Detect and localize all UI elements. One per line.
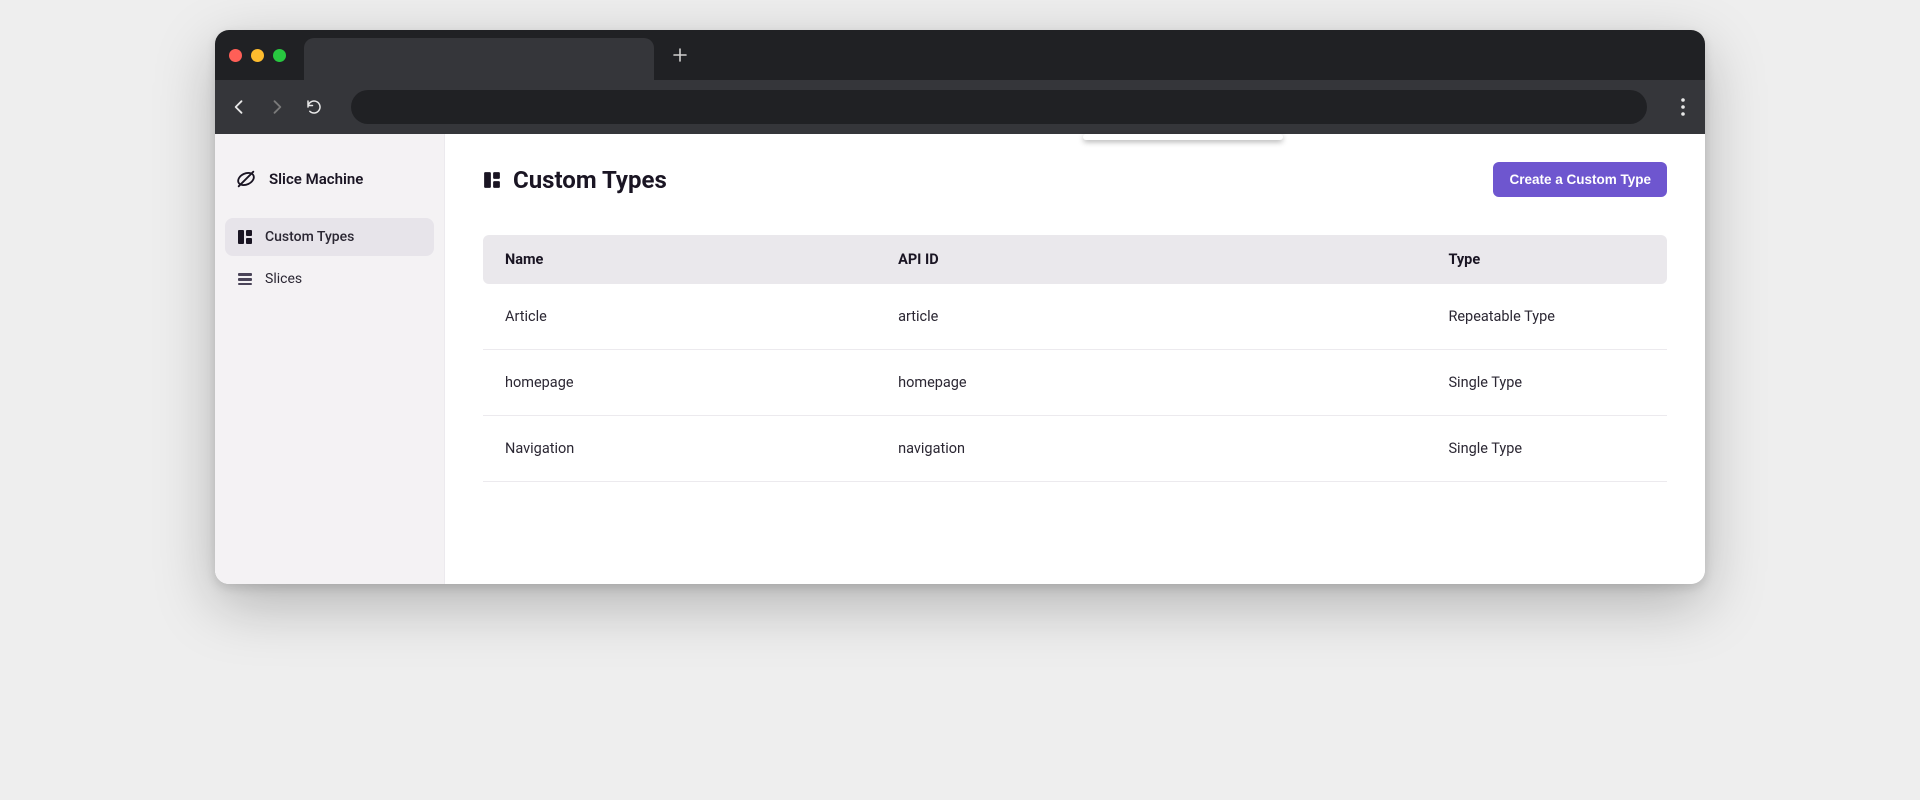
brand-name: Slice Machine <box>269 170 363 188</box>
page-title: Custom Types <box>513 166 667 194</box>
custom-types-icon <box>483 171 501 189</box>
cell-name: Navigation <box>505 440 898 457</box>
table-row[interactable]: homepage homepage Single Type <box>483 350 1667 416</box>
cell-api-id: navigation <box>898 440 1448 457</box>
main-panel: Custom Types Create a Custom Type Name A… <box>445 134 1705 584</box>
new-tab-button[interactable] <box>672 47 688 63</box>
maximize-window-button[interactable] <box>273 49 286 62</box>
sidebar: Slice Machine Custom Types Slices <box>215 134 445 584</box>
cell-type: Single Type <box>1448 374 1645 391</box>
tab-strip <box>215 30 1705 80</box>
browser-tab[interactable] <box>304 38 654 80</box>
sidebar-item-slices[interactable]: Slices <box>225 260 434 298</box>
table-row[interactable]: Navigation navigation Single Type <box>483 416 1667 482</box>
window-controls <box>229 49 286 62</box>
back-button[interactable] <box>229 97 249 117</box>
cell-name: Article <box>505 308 898 325</box>
decorative-shadow <box>1083 134 1283 140</box>
close-window-button[interactable] <box>229 49 242 62</box>
slices-icon <box>237 271 253 287</box>
page-title-group: Custom Types <box>483 166 667 194</box>
browser-window: Slice Machine Custom Types Slices <box>215 30 1705 584</box>
create-custom-type-button[interactable]: Create a Custom Type <box>1493 162 1667 197</box>
table-header-row: Name API ID Type <box>483 235 1667 284</box>
reload-button[interactable] <box>305 98 323 116</box>
sidebar-nav: Custom Types Slices <box>225 218 434 298</box>
table-row[interactable]: Article article Repeatable Type <box>483 284 1667 350</box>
cell-api-id: article <box>898 308 1448 325</box>
sidebar-item-custom-types[interactable]: Custom Types <box>225 218 434 256</box>
brand-logo-icon <box>235 168 257 190</box>
address-bar[interactable] <box>351 90 1647 124</box>
cell-name: homepage <box>505 374 898 391</box>
sidebar-item-label: Slices <box>265 271 302 287</box>
brand[interactable]: Slice Machine <box>225 160 434 218</box>
column-header-api-id: API ID <box>898 251 1448 268</box>
cell-type: Single Type <box>1448 440 1645 457</box>
app-content: Slice Machine Custom Types Slices <box>215 134 1705 584</box>
sidebar-item-label: Custom Types <box>265 229 354 245</box>
browser-toolbar <box>215 80 1705 134</box>
custom-types-table: Name API ID Type Article article Repeata… <box>483 235 1667 482</box>
browser-chrome <box>215 30 1705 134</box>
forward-button[interactable] <box>267 97 287 117</box>
cell-api-id: homepage <box>898 374 1448 391</box>
cell-type: Repeatable Type <box>1448 308 1645 325</box>
column-header-name: Name <box>505 251 898 268</box>
custom-types-icon <box>237 229 253 245</box>
browser-menu-button[interactable] <box>1675 98 1691 116</box>
minimize-window-button[interactable] <box>251 49 264 62</box>
page-header: Custom Types Create a Custom Type <box>483 162 1667 197</box>
column-header-type: Type <box>1448 251 1645 268</box>
